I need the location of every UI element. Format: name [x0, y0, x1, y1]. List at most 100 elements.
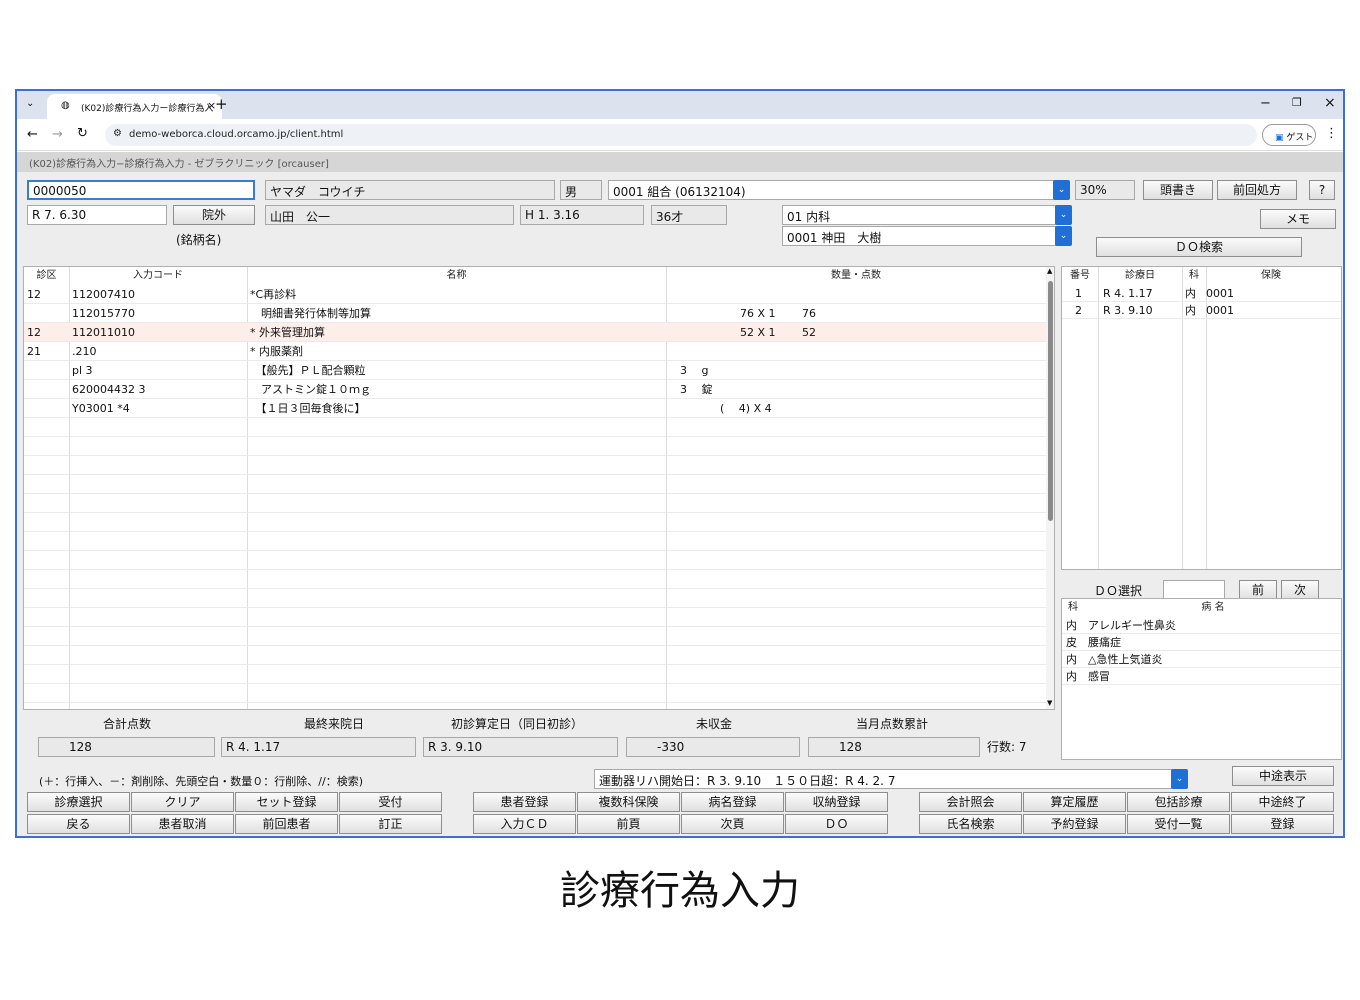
site-info-icon[interactable]: ⚙	[113, 128, 122, 139]
patient-id-input[interactable]: 0000050	[27, 180, 255, 200]
scroll-up-icon[interactable]: ▲	[1047, 267, 1052, 275]
table-row[interactable]	[24, 437, 1046, 456]
table-row[interactable]: 12 112007410 *C再診料	[24, 285, 1046, 304]
do-next-button[interactable]: 次	[1281, 580, 1319, 600]
func-row1-button-12[interactable]: 中途終了	[1231, 792, 1334, 812]
order-table: 診区 入力コード 名称 数量・点数 12 112007410 *C再診料 112015…	[23, 266, 1055, 710]
table-row[interactable]: pl 3 【般先】ＰＬ配合顆粒 3 g	[24, 361, 1046, 380]
func-row1-button-5[interactable]: 患者登録	[473, 792, 576, 812]
func-row2-button-7[interactable]: 次頁	[681, 814, 784, 834]
func-row2-button-9[interactable]: 氏名検索	[919, 814, 1022, 834]
doctor-dropdown-icon[interactable]: ⌄	[1055, 226, 1072, 246]
first-visit-value: R 3. 9.10	[423, 737, 618, 757]
insurance-combo[interactable]: 0001 組合 (06132104)	[608, 180, 1054, 200]
table-row[interactable]: 12 112011010 * 外来管理加算 52 X 1 52	[24, 323, 1046, 342]
ingai-button[interactable]: 院外	[173, 205, 255, 225]
table-row[interactable]	[24, 418, 1046, 437]
close-window-icon[interactable]: ×	[1324, 95, 1336, 111]
tab-list-icon[interactable]: ⌄	[26, 98, 40, 112]
forward-icon[interactable]: →	[52, 127, 63, 142]
table-row[interactable]: 21 .210 * 内服薬剤	[24, 342, 1046, 361]
new-tab-icon[interactable]: +	[215, 95, 228, 113]
total-points-label: 合計点数	[102, 717, 151, 731]
browser-tab[interactable]: ◍ (K02)診療行為入力ー診療行為入 ×	[47, 94, 222, 119]
table-row[interactable]: 112015770 明細書発行体制等加算 76 X 1 76	[24, 304, 1046, 323]
func-row2-button-6[interactable]: 前頁	[577, 814, 680, 834]
chuto-hyoji-button[interactable]: 中途表示	[1232, 766, 1334, 786]
func-row1-button-3[interactable]: セット登録	[235, 792, 338, 812]
disease-row[interactable]: 内感冒	[1062, 668, 1341, 685]
table-row[interactable]: 620004432 3 アストミン錠１０ｍｇ 3 錠	[24, 380, 1046, 399]
func-row2-button-10[interactable]: 予約登録	[1023, 814, 1126, 834]
disease-row[interactable]: 皮腰痛症	[1062, 634, 1341, 651]
func-row1-button-1[interactable]: 診療選択	[27, 792, 130, 812]
func-row2-button-5[interactable]: 入力ＣＤ	[473, 814, 576, 834]
menu-icon[interactable]: ⋮	[1325, 126, 1338, 141]
rehab-combo[interactable]: 運動器リハ開始日：R 3. 9.10 １５０日超：R 4. 2. 7	[594, 769, 1172, 789]
func-row1-button-4[interactable]: 受付	[339, 792, 442, 812]
rehab-dropdown-icon[interactable]: ⌄	[1171, 769, 1188, 789]
browser-window: ⌄ ◍ (K02)診療行為入力ー診療行為入 × + − ❐ × ← → ↻ ⚙ …	[15, 89, 1345, 838]
scroll-thumb[interactable]	[1048, 281, 1053, 521]
url-field[interactable]: ⚙ demo-weborca.cloud.orcamo.jp/client.ht…	[105, 124, 1257, 146]
table-row[interactable]	[24, 456, 1046, 475]
func-row2-button-4[interactable]: 訂正	[339, 814, 442, 834]
func-row1-button-6[interactable]: 複数科保険	[577, 792, 680, 812]
department-combo[interactable]: 01 内科	[782, 205, 1056, 225]
back-icon[interactable]: ←	[27, 127, 38, 142]
date-input[interactable]: R 7. 6.30	[27, 205, 167, 225]
func-row1-button-10[interactable]: 算定履歴	[1023, 792, 1126, 812]
table-row[interactable]	[24, 570, 1046, 589]
history-row[interactable]: 2 R 3. 9.10 内 0001	[1062, 302, 1341, 319]
table-row[interactable]	[24, 646, 1046, 665]
func-row1-button-7[interactable]: 病名登録	[681, 792, 784, 812]
func-row2-button-3[interactable]: 前回患者	[235, 814, 338, 834]
order-table-scrollbar[interactable]: ▲ ▼	[1046, 267, 1054, 709]
func-row2-button-8[interactable]: ＤＯ	[785, 814, 888, 834]
table-row[interactable]	[24, 684, 1046, 703]
table-row[interactable]	[24, 551, 1046, 570]
cell-shinku	[27, 304, 67, 323]
table-row[interactable]	[24, 665, 1046, 684]
history-ka: 内	[1185, 287, 1196, 300]
restore-icon[interactable]: ❐	[1292, 96, 1302, 109]
help-button[interactable]: ?	[1309, 180, 1335, 200]
minimize-icon[interactable]: −	[1260, 96, 1271, 111]
table-row[interactable]	[24, 627, 1046, 646]
reload-icon[interactable]: ↻	[77, 126, 88, 141]
cell-qty: 3 g	[680, 364, 709, 377]
insurance-dropdown-icon[interactable]: ⌄	[1053, 180, 1070, 200]
doctor-combo[interactable]: 0001 神田 大樹	[782, 226, 1056, 246]
page-caption: 診療行為入力	[560, 868, 800, 914]
disease-row[interactable]: 内アレルギー性鼻炎	[1062, 617, 1341, 634]
profile-button[interactable]: ▣ ゲスト	[1262, 124, 1316, 146]
previous-prescription-button[interactable]: 前回処方	[1217, 180, 1297, 200]
func-row1-button-11[interactable]: 包括診療	[1127, 792, 1230, 812]
table-row[interactable]	[24, 494, 1046, 513]
func-row1-button-9[interactable]: 会計照会	[919, 792, 1022, 812]
do-search-button[interactable]: ＤＯ検索	[1096, 237, 1302, 257]
department-dropdown-icon[interactable]: ⌄	[1055, 205, 1072, 225]
func-row2-button-11[interactable]: 受付一覧	[1127, 814, 1230, 834]
table-row[interactable]	[24, 532, 1046, 551]
table-row[interactable]	[24, 475, 1046, 494]
table-row[interactable]	[24, 513, 1046, 532]
func-row2-button-1[interactable]: 戻る	[27, 814, 130, 834]
func-row1-button-2[interactable]: クリア	[131, 792, 234, 812]
memo-button[interactable]: メモ	[1260, 209, 1336, 229]
func-row2-button-2[interactable]: 患者取消	[131, 814, 234, 834]
func-row1-button-8[interactable]: 収納登録	[785, 792, 888, 812]
table-row[interactable]: Y03001 *4 【１日３回毎食後に】 ( 4) X 4	[24, 399, 1046, 418]
table-row[interactable]	[24, 589, 1046, 608]
scroll-down-icon[interactable]: ▼	[1047, 699, 1052, 707]
toushogaki-button[interactable]: 頭書き	[1143, 180, 1213, 200]
birthdate-field: H 1. 3.16	[520, 205, 644, 225]
kanji-name-field: 山田 公一	[265, 205, 514, 225]
func-row2-button-12[interactable]: 登録	[1231, 814, 1334, 834]
do-prev-button[interactable]: 前	[1239, 580, 1277, 600]
table-row[interactable]	[24, 608, 1046, 627]
history-row[interactable]: 1 R 4. 1.17 内 0001	[1062, 285, 1341, 302]
cell-points: 76	[802, 307, 816, 320]
do-select-input[interactable]	[1163, 580, 1225, 600]
disease-row[interactable]: 内 △急性上気道炎	[1062, 651, 1341, 668]
